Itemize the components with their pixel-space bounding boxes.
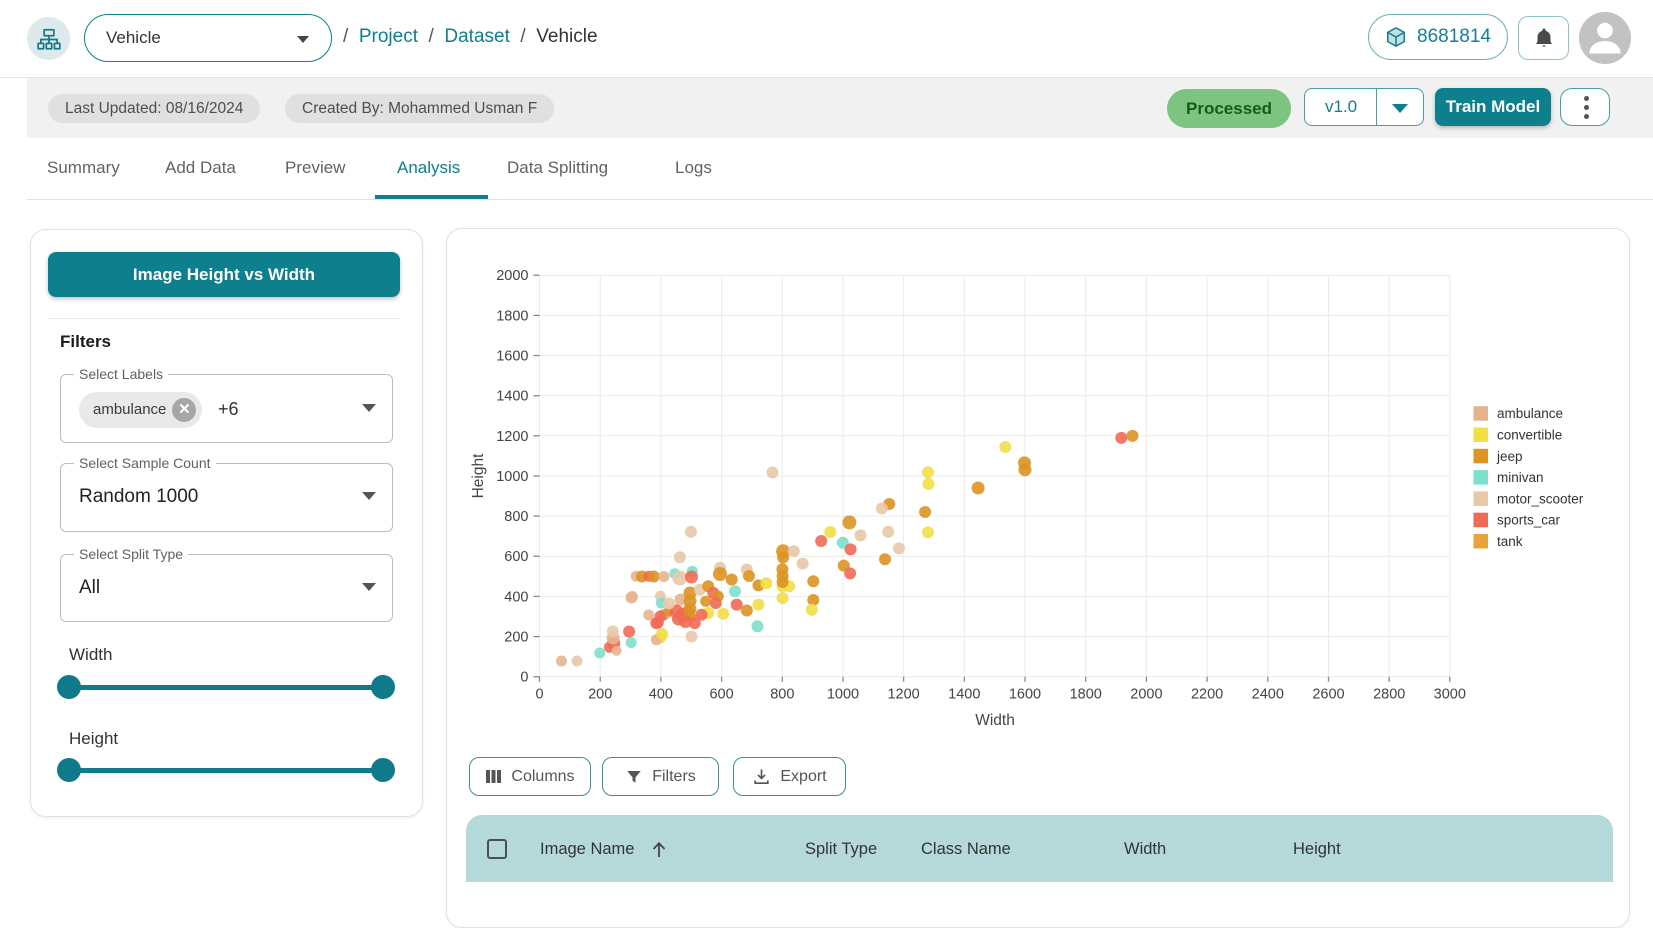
svg-text:200: 200 [504,630,528,646]
svg-text:1400: 1400 [948,687,980,703]
svg-text:600: 600 [504,549,528,565]
svg-text:2000: 2000 [1130,687,1162,703]
svg-text:800: 800 [504,509,528,525]
svg-text:0: 0 [520,670,528,686]
svg-text:2000: 2000 [496,268,528,284]
svg-text:400: 400 [649,687,673,703]
svg-text:2600: 2600 [1312,687,1344,703]
svg-text:jeep: jeep [1496,449,1523,464]
svg-text:tank: tank [1497,534,1523,549]
svg-text:motor_scooter: motor_scooter [1497,491,1584,506]
svg-text:1200: 1200 [887,687,919,703]
svg-text:sports_car: sports_car [1497,513,1561,528]
svg-text:1000: 1000 [827,687,859,703]
svg-text:Height: Height [470,453,487,498]
svg-text:2200: 2200 [1191,687,1223,703]
svg-text:1600: 1600 [496,349,528,365]
svg-text:1800: 1800 [496,308,528,324]
svg-text:1200: 1200 [496,429,528,445]
svg-text:200: 200 [588,687,612,703]
svg-text:2800: 2800 [1373,687,1405,703]
svg-text:400: 400 [504,589,528,605]
svg-text:1800: 1800 [1070,687,1102,703]
svg-text:convertible: convertible [1497,428,1562,443]
svg-text:1400: 1400 [496,389,528,405]
svg-text:minivan: minivan [1497,470,1544,485]
svg-text:800: 800 [770,687,794,703]
svg-text:2400: 2400 [1252,687,1284,703]
svg-text:1600: 1600 [1009,687,1041,703]
svg-text:0: 0 [535,687,543,703]
svg-text:ambulance: ambulance [1497,406,1563,421]
svg-text:Width: Width [975,712,1015,729]
svg-text:600: 600 [709,687,733,703]
svg-text:3000: 3000 [1434,687,1466,703]
svg-text:1000: 1000 [496,469,528,485]
